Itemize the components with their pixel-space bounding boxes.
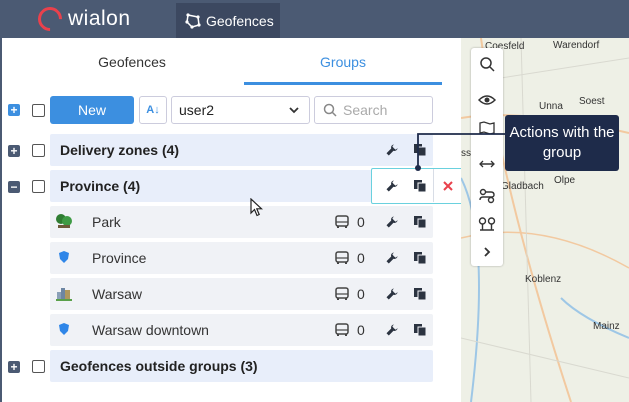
map-label: Olpe [554,175,576,186]
item-label: Warsaw [92,286,143,302]
chevron-down-icon [289,107,299,114]
copy-icon[interactable] [413,179,427,193]
group-label: Province (4) [60,178,141,194]
expand-all-icon[interactable]: + [8,104,20,116]
new-button[interactable]: New [50,96,134,124]
sort-icon: A↓ [146,104,160,116]
group-checkbox[interactable] [32,360,45,373]
wrench-icon[interactable] [385,287,399,301]
module-label: Geofences [206,12,274,29]
bus-icon [335,251,349,264]
logo-icon [33,2,67,36]
wrench-icon[interactable] [385,251,399,265]
search-icon [323,103,337,117]
active-tab-indicator [244,82,442,85]
group-checkbox[interactable] [32,180,45,193]
map-label: Gladbach [501,181,544,192]
chevron-right-icon [484,247,491,257]
bus-icon [335,287,349,300]
list-item[interactable]: Park 0 [50,206,433,238]
callout-line [415,133,505,171]
wrench-icon[interactable] [385,143,399,157]
eye-icon [478,95,496,105]
tooltip: Actions with the group [505,115,619,171]
search-icon [480,57,495,72]
map-layers-tool[interactable] [477,90,497,110]
item-label: Province [92,250,147,266]
user-select[interactable]: user2 [171,96,310,124]
copy-icon[interactable] [413,287,427,301]
route-icon [479,188,495,204]
park-thumbnail-icon [56,214,72,228]
group-label: Geofences outside groups (3) [60,358,258,374]
map-expand-tool[interactable] [477,242,497,262]
map-label: Warendorf [553,40,600,51]
map-route-tool[interactable] [477,186,497,206]
list-item[interactable]: Warsaw downtown 0 [50,314,433,346]
search-input[interactable] [343,102,427,118]
wrench-icon[interactable] [385,215,399,229]
bus-icon [335,215,349,228]
mouse-cursor-icon [250,198,264,217]
group-row-delivery-zones[interactable]: Delivery zones (4) [50,134,433,166]
select-all-checkbox[interactable] [32,104,45,117]
panel-tabs: Geofences Groups [2,38,461,86]
blue-shape-icon [59,251,69,263]
list-item[interactable]: Province 0 [50,242,433,274]
geofences-module-tab[interactable]: Geofences [176,3,280,38]
divider [433,169,434,202]
group-checkbox[interactable] [32,144,45,157]
wrench-icon[interactable] [385,179,399,193]
unit-count: 0 [357,286,365,302]
blue-shape-icon [59,323,69,335]
unit-count: 0 [357,250,365,266]
copy-icon[interactable] [413,251,427,265]
expand-group-icon[interactable]: + [8,361,20,373]
pins-icon [478,217,496,231]
map-label: Koblenz [525,274,562,285]
map-label: Mainz [593,321,620,332]
geofence-icon [185,12,201,29]
map-search-tool[interactable] [477,54,497,74]
user-select-value: user2 [179,102,215,118]
city-thumbnail-icon [56,288,72,301]
unit-count: 0 [357,214,365,230]
item-label: Park [92,214,121,230]
group-actions [371,168,463,204]
group-row-outside-groups[interactable]: Geofences outside groups (3) [50,350,433,382]
expand-group-icon[interactable]: + [8,145,20,157]
search-field[interactable] [314,96,433,124]
logo-text: wialon [68,7,131,30]
map-pins-tool[interactable] [477,214,497,234]
sort-button[interactable]: A↓ [139,96,167,124]
list-item[interactable]: Warsaw 0 [50,278,433,310]
map-label: Unna [539,101,563,112]
wialon-logo[interactable]: wialon [33,2,131,36]
item-label: Warsaw downtown [92,322,209,338]
tooltip-text: Actions with the group [509,124,615,161]
tab-groups[interactable]: Groups [244,38,442,86]
tab-geofences[interactable]: Geofences [22,38,242,86]
group-label: Delivery zones (4) [60,142,180,158]
group-row-province[interactable]: Province (4) [50,170,372,202]
collapse-group-icon[interactable]: − [8,181,20,193]
map-label: Soest [579,96,605,107]
top-bar: wialon Geofences [0,0,629,38]
bus-icon [335,323,349,336]
delete-icon[interactable] [442,180,454,192]
wrench-icon[interactable] [385,323,399,337]
unit-count: 0 [357,322,365,338]
copy-icon[interactable] [413,323,427,337]
copy-icon[interactable] [413,215,427,229]
